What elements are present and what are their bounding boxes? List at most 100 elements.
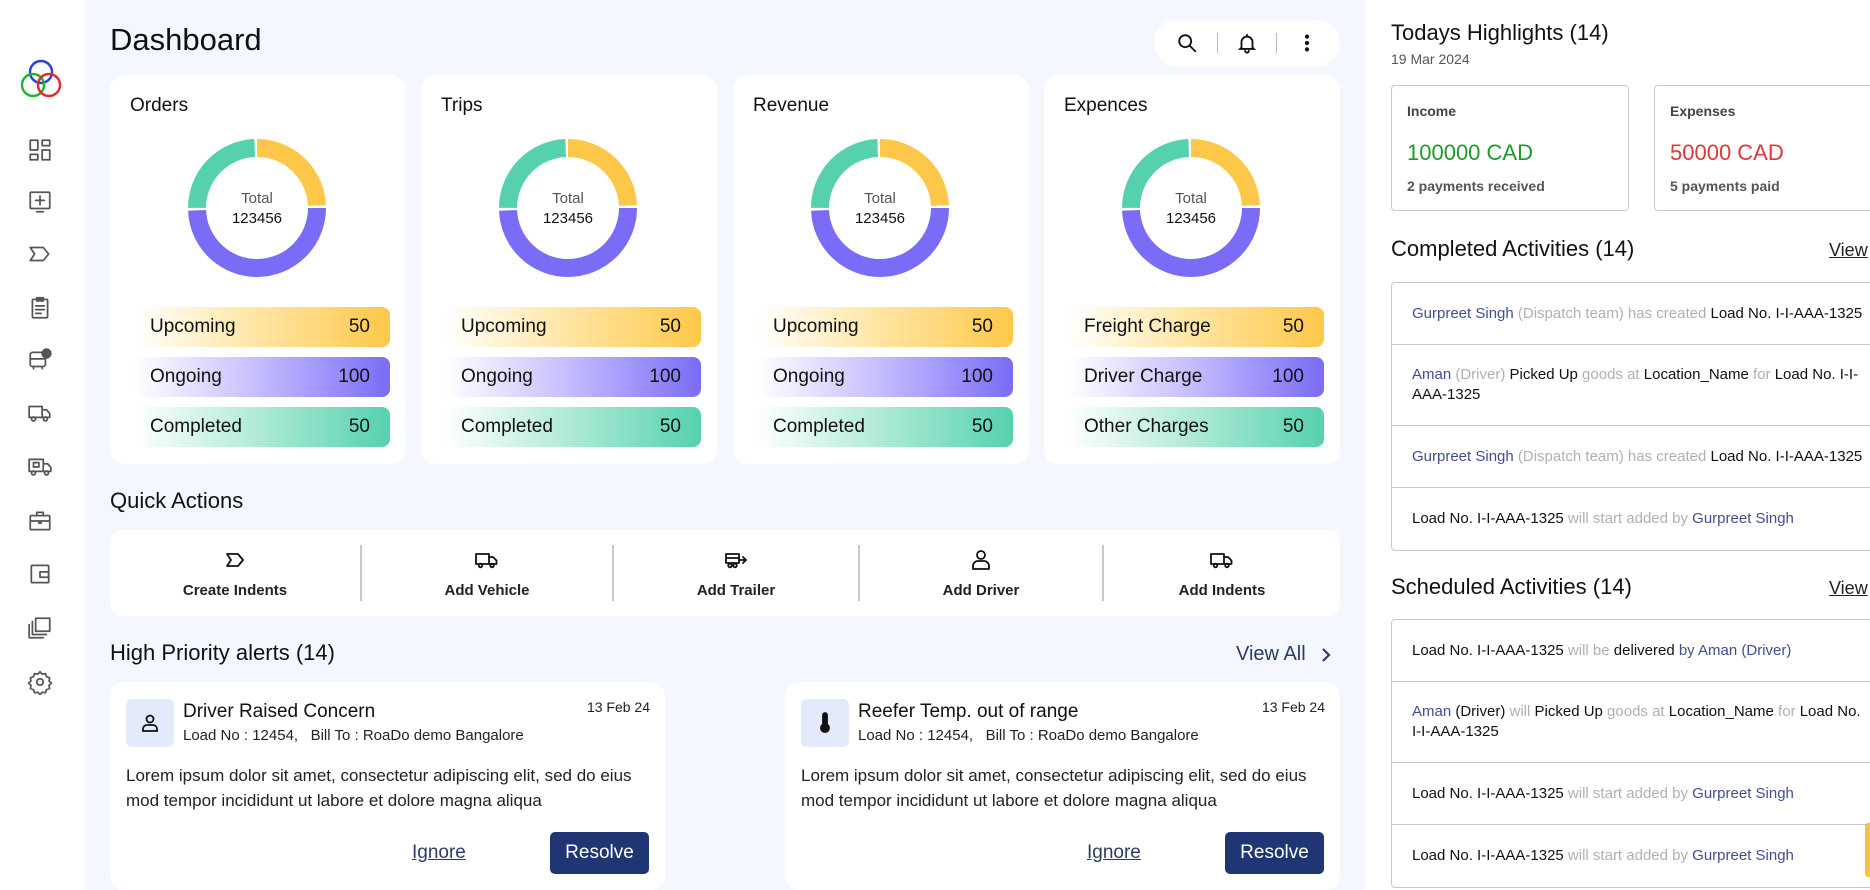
stat-row-label: Driver Charge: [1084, 366, 1203, 387]
stat-row-label: Ongoing: [150, 366, 222, 387]
activity-text-part: (Driver): [1451, 703, 1510, 720]
sidebar: [0, 0, 86, 890]
stat-row-label: Other Charges: [1084, 416, 1209, 437]
stat-row[interactable]: Other Charges 50: [1068, 407, 1324, 447]
activity-text: Gurpreet Singh (Dispatch team) has creat…: [1412, 304, 1862, 324]
stat-row[interactable]: Upcoming 50: [757, 307, 1013, 347]
stat-row-value: 50: [348, 316, 370, 337]
activity-text-part: Gurpreet Singh: [1692, 847, 1794, 864]
stat-row[interactable]: Ongoing 100: [757, 357, 1013, 397]
donut-total-value: 123456: [1165, 209, 1217, 227]
card-title: Expences: [1064, 95, 1148, 116]
sidebar-item-dashboard[interactable]: [25, 135, 55, 165]
activity-row[interactable]: Gurpreet Singh (Dispatch team) has creat…: [1392, 283, 1870, 345]
stat-row[interactable]: Ongoing 100: [134, 357, 390, 397]
stat-row[interactable]: Upcoming 50: [445, 307, 701, 347]
stat-row-value: 100: [649, 366, 681, 387]
person-icon: [142, 714, 158, 732]
add-vehicle-button[interactable]: Add Vehicle: [362, 530, 612, 616]
view-completed-link[interactable]: View: [1829, 240, 1868, 261]
completed-activities-list: Gurpreet Singh (Dispatch team) has creat…: [1391, 282, 1870, 551]
resolve-button[interactable]: Resolve: [1225, 832, 1324, 874]
activity-row[interactable]: Load No. I-I-AAA-1325 will start added b…: [1392, 763, 1870, 825]
stat-row-label: Upcoming: [150, 316, 236, 337]
stat-card-orders[interactable]: Orders Total 123456 Upcoming 50 Ongoing 100 Com…: [110, 75, 406, 464]
sidebar-item-indents[interactable]: [25, 239, 55, 269]
stat-row-value: 100: [1272, 366, 1304, 387]
income-amount: 100000 CAD: [1407, 140, 1533, 165]
stat-row[interactable]: Freight Charge 50: [1068, 307, 1324, 347]
activity-row[interactable]: Aman (Driver) Picked Up goods at Locatio…: [1392, 345, 1870, 426]
chevron-right-icon: [1321, 647, 1331, 662]
expenses-label: Expenses: [1670, 103, 1736, 119]
stat-row[interactable]: Driver Charge 100: [1068, 357, 1324, 397]
resolve-button[interactable]: Resolve: [550, 832, 649, 874]
stack-icon: [28, 617, 51, 639]
card-title: Revenue: [753, 95, 830, 116]
activity-row[interactable]: Aman (Driver) will Picked Up goods at Lo…: [1392, 682, 1870, 763]
stat-row-label: Upcoming: [461, 316, 547, 337]
create-indents-button[interactable]: Create Indents: [110, 530, 360, 616]
activity-text: Gurpreet Singh (Dispatch team) has creat…: [1412, 447, 1862, 467]
stat-card-expences[interactable]: Expences Total 123456 Freight Charge 50 Drive…: [1044, 75, 1340, 464]
income-note: 2 payments received: [1407, 178, 1545, 194]
sidebar-item-trips[interactable]: [25, 345, 55, 375]
settings-icon: [27, 670, 53, 695]
donut-total-value: 123456: [231, 209, 283, 227]
stat-row[interactable]: Completed 50: [134, 407, 390, 447]
sidebar-item-settings[interactable]: [25, 667, 55, 697]
sidebar-item-delivery[interactable]: [25, 452, 55, 482]
trailer-icon: [725, 552, 747, 568]
view-all-alerts-link[interactable]: View All: [1236, 643, 1334, 666]
add-indents-button[interactable]: Add Indents: [1104, 530, 1340, 616]
stat-row[interactable]: Upcoming 50: [134, 307, 390, 347]
activity-text-part: for: [1773, 703, 1800, 720]
notifications-button[interactable]: [1230, 26, 1264, 60]
activity-text-part: will start added by: [1563, 510, 1693, 527]
more-options-button[interactable]: [1290, 26, 1324, 60]
donut-total-label: Total: [864, 189, 896, 207]
scrollbar-thumb[interactable]: [1865, 823, 1870, 877]
stat-row-label: Completed: [773, 416, 865, 437]
stat-card-revenue[interactable]: Revenue Total 123456 Upcoming 50 Ongoing 100 Co…: [733, 75, 1029, 464]
sidebar-item-jobs[interactable]: [25, 506, 55, 536]
sidebar-item-vehicles[interactable]: [25, 398, 55, 428]
stat-row-value: 100: [961, 366, 993, 387]
activity-text-part: Load No. I-I-AAA-1325: [1412, 847, 1564, 864]
view-scheduled-link[interactable]: View: [1829, 578, 1868, 599]
sidebar-item-add[interactable]: [25, 187, 55, 217]
stat-row[interactable]: Completed 50: [757, 407, 1013, 447]
activity-row[interactable]: Load No. I-I-AAA-1325 will start added b…: [1392, 488, 1870, 550]
activity-text-part: Picked Up: [1509, 366, 1578, 383]
activity-text-part: goods at: [1602, 703, 1669, 720]
activity-text-part: (Driver): [1451, 366, 1510, 383]
scheduled-activities-title: Scheduled Activities (14): [1391, 574, 1632, 599]
stat-row-value: 50: [659, 416, 681, 437]
stat-row-value: 50: [348, 416, 370, 437]
activity-row[interactable]: Gurpreet Singh (Dispatch team) has creat…: [1392, 426, 1870, 488]
completed-activities-title: Completed Activities (14): [1391, 236, 1635, 261]
app-logo[interactable]: [18, 58, 64, 100]
sidebar-item-orders[interactable]: [25, 293, 55, 323]
activity-text: Load No. I-I-AAA-1325 will start added b…: [1412, 784, 1794, 804]
ignore-link[interactable]: Ignore: [1087, 842, 1141, 864]
add-trailer-button[interactable]: Add Trailer: [614, 530, 858, 616]
alert-card: Driver Raised Concern Load No : 12454, B…: [110, 682, 665, 890]
search-button[interactable]: [1170, 26, 1204, 60]
dashboard-icon: [29, 139, 51, 161]
sidebar-item-documents[interactable]: [25, 613, 55, 643]
delivery-truck-icon: [28, 458, 52, 476]
activity-text-part: will start added by: [1563, 784, 1693, 802]
alert-title: Driver Raised Concern: [183, 701, 376, 722]
activity-row[interactable]: Load No. I-I-AAA-1325 will start added b…: [1392, 825, 1870, 887]
activity-row[interactable]: Load No. I-I-AAA-1325 will be delivered …: [1392, 620, 1870, 682]
expenses-note: 5 payments paid: [1670, 178, 1780, 194]
ignore-link[interactable]: Ignore: [412, 842, 466, 864]
activity-text: Load No. I-I-AAA-1325 will start added b…: [1412, 846, 1794, 866]
toolbar-divider: [1216, 33, 1218, 53]
sidebar-item-wallet[interactable]: [25, 559, 55, 589]
stat-card-trips[interactable]: Trips Total 123456 Upcoming 50 Ongoing 100 Comp…: [421, 75, 717, 464]
add-driver-button[interactable]: Add Driver: [860, 530, 1102, 616]
stat-row[interactable]: Ongoing 100: [445, 357, 701, 397]
stat-row[interactable]: Completed 50: [445, 407, 701, 447]
